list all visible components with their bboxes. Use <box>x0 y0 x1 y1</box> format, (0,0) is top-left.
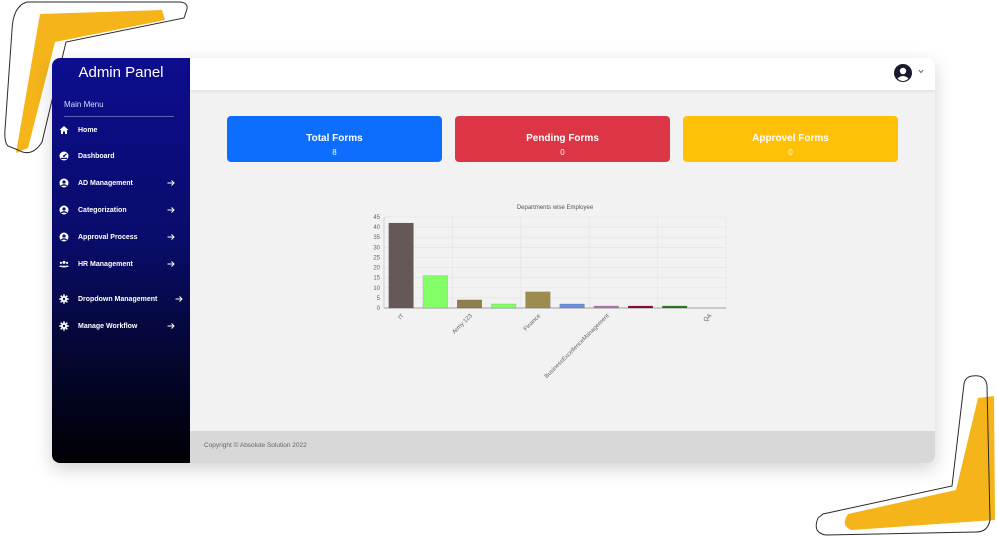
sidebar-item-home[interactable]: Home <box>52 120 190 140</box>
sidebar-item-approval-process[interactable]: Approval Process <box>52 227 190 247</box>
sidebar-item-label: Categorization <box>78 206 127 214</box>
chart-bar <box>662 305 688 309</box>
chart-bar <box>559 303 585 309</box>
y-tick-label: 35 <box>373 235 380 241</box>
top-header <box>190 58 935 90</box>
gear-icon <box>59 321 69 331</box>
card-title: Approvel Forms <box>752 133 829 144</box>
user-circle-icon <box>59 178 69 188</box>
x-tick-label: Army 123 <box>452 313 475 336</box>
y-tick-label: 20 <box>373 266 380 272</box>
y-tick-label: 0 <box>377 306 381 312</box>
y-tick-label: 15 <box>373 276 380 282</box>
home-icon <box>59 125 69 135</box>
sidebar-item-label: Manage Workflow <box>78 322 138 330</box>
card-approvel-forms[interactable]: Approvel Forms 0 <box>683 116 898 162</box>
x-tick-label: Finance <box>523 313 543 333</box>
chevron-down-icon[interactable] <box>918 69 924 74</box>
sidebar-item-categorization[interactable]: Categorization <box>52 200 190 220</box>
users-icon <box>59 259 69 269</box>
sidebar-item-label: HR Management <box>78 260 133 268</box>
arrow-right-icon <box>167 234 175 240</box>
chart-bar <box>593 305 619 309</box>
y-tick-label: 40 <box>373 225 380 231</box>
x-tick-label: QA <box>703 313 713 323</box>
sidebar-item-manage-workflow[interactable]: Manage Workflow <box>52 316 190 336</box>
sidebar-item-dropdown-management[interactable]: Dropdown Management <box>52 289 190 309</box>
menu-heading: Main Menu <box>64 100 104 109</box>
card-pending-forms[interactable]: Pending Forms 0 <box>455 116 670 162</box>
chart-title: Departments wise Employee <box>517 205 594 211</box>
arrow-right-icon <box>167 180 175 186</box>
y-tick-label: 5 <box>377 296 381 302</box>
user-avatar-icon[interactable] <box>894 64 912 82</box>
arrow-right-icon <box>167 323 175 329</box>
sidebar-item-label: AD Management <box>78 179 133 187</box>
sidebar-item-label: Dashboard <box>78 152 115 160</box>
sidebar-item-dashboard[interactable]: Dashboard <box>52 146 190 166</box>
chart-bar <box>627 305 654 309</box>
brand-title: Admin Panel <box>78 64 164 81</box>
card-total-forms[interactable]: Total Forms 8 <box>227 116 442 162</box>
y-tick-label: 10 <box>373 286 380 292</box>
menu-divider <box>64 116 174 117</box>
y-tick-label: 45 <box>373 215 380 221</box>
card-count: 8 <box>332 148 337 157</box>
chart-bar <box>525 291 551 309</box>
sidebar-item-label: Approval Process <box>78 233 138 241</box>
arrow-right-icon <box>167 207 175 213</box>
dashboard-icon <box>59 151 69 161</box>
gear-icon <box>59 294 69 304</box>
sidebar-item-label: Dropdown Management <box>78 295 158 303</box>
copyright-text: Copyright © Absolute Solution 2022 <box>204 442 307 449</box>
x-tick-label: BusinessExcellenceManagement <box>544 313 611 380</box>
card-count: 0 <box>788 148 793 157</box>
app-window: Admin Panel Main Menu Home Dashboard AD … <box>52 58 935 463</box>
user-circle-icon <box>59 232 69 242</box>
chart-bar <box>491 303 517 309</box>
card-count: 0 <box>560 148 565 157</box>
x-tick-label: IT <box>397 313 405 321</box>
user-circle-icon <box>59 205 69 215</box>
y-tick-label: 25 <box>373 255 380 261</box>
sidebar-item-label: Home <box>78 126 98 134</box>
sidebar: Admin Panel Main Menu Home Dashboard AD … <box>52 58 190 463</box>
card-title: Total Forms <box>306 133 363 144</box>
y-tick-label: 30 <box>373 245 380 251</box>
card-title: Pending Forms <box>526 133 599 144</box>
sidebar-item-ad-management[interactable]: AD Management <box>52 173 190 193</box>
sidebar-item-hr-management[interactable]: HR Management <box>52 254 190 274</box>
chart-bar <box>456 299 483 309</box>
chart-bar <box>422 275 448 309</box>
departments-bar-chart: Departments wise Employee 0 5 10 15 20 25 30 35 4… <box>373 205 727 380</box>
chart-bar <box>388 222 414 309</box>
arrow-right-icon <box>167 261 175 267</box>
arrow-right-icon <box>175 296 183 302</box>
footer: Copyright © Absolute Solution 2022 <box>190 431 935 463</box>
